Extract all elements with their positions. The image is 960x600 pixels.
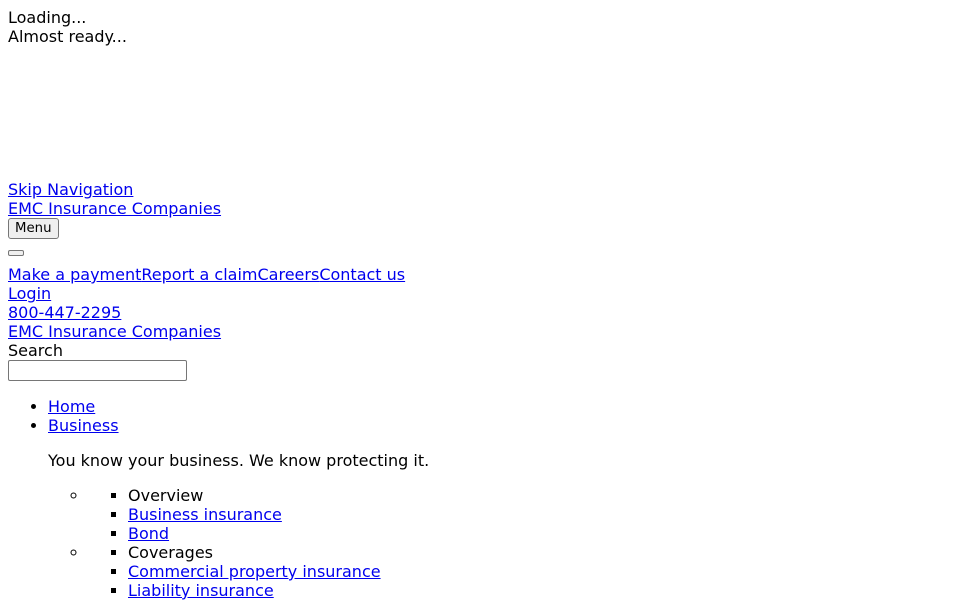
loader-spacer bbox=[8, 46, 952, 180]
subnav-item: Liability insurance bbox=[128, 581, 952, 600]
business-insurance-link[interactable]: Business insurance bbox=[128, 505, 282, 524]
search-label: Search bbox=[8, 341, 63, 360]
nav-item-home: Home bbox=[48, 397, 952, 416]
search-input[interactable] bbox=[8, 360, 187, 381]
main-nav: Home Business You know your business. We… bbox=[8, 397, 952, 600]
skip-navigation-link[interactable]: Skip Navigation bbox=[8, 180, 133, 199]
subnav-item: Bond bbox=[128, 524, 952, 543]
subnav-item: Business insurance bbox=[128, 505, 952, 524]
business-subnav: Overview Business insurance Bond Coverag… bbox=[48, 486, 952, 600]
subnav-group-coverages: Coverages Commercial property insurance … bbox=[88, 543, 952, 600]
logo-link[interactable]: EMC Insurance Companies bbox=[8, 199, 221, 218]
subnav-heading-coverages: Coverages bbox=[128, 543, 952, 562]
careers-link[interactable]: Careers bbox=[258, 265, 320, 284]
commercial-property-link[interactable]: Commercial property insurance bbox=[128, 562, 381, 581]
report-claim-link[interactable]: Report a claim bbox=[141, 265, 257, 284]
loading-text-1: Loading... bbox=[8, 8, 87, 27]
nav-item-business: Business You know your business. We know… bbox=[48, 416, 952, 600]
contact-us-link[interactable]: Contact us bbox=[319, 265, 405, 284]
loading-text-2: Almost ready... bbox=[8, 27, 127, 46]
utility-links: Make a paymentReport a claimCareersConta… bbox=[8, 265, 952, 284]
home-link[interactable]: Home bbox=[48, 397, 95, 416]
login-link[interactable]: Login bbox=[8, 284, 51, 303]
phone-link[interactable]: 800-447-2295 bbox=[8, 303, 121, 322]
subnav-heading-overview: Overview bbox=[128, 486, 952, 505]
business-link[interactable]: Business bbox=[48, 416, 119, 435]
subnav-item: Commercial property insurance bbox=[128, 562, 952, 581]
subnav-group-overview: Overview Business insurance Bond bbox=[88, 486, 952, 543]
liability-insurance-link[interactable]: Liability insurance bbox=[128, 581, 274, 600]
make-payment-link[interactable]: Make a payment bbox=[8, 265, 141, 284]
menu-button[interactable]: Menu bbox=[8, 218, 59, 239]
business-tagline: You know your business. We know protecti… bbox=[48, 451, 430, 470]
bond-link[interactable]: Bond bbox=[128, 524, 169, 543]
logo-link-secondary[interactable]: EMC Insurance Companies bbox=[8, 322, 221, 341]
close-menu-button[interactable] bbox=[8, 250, 24, 256]
